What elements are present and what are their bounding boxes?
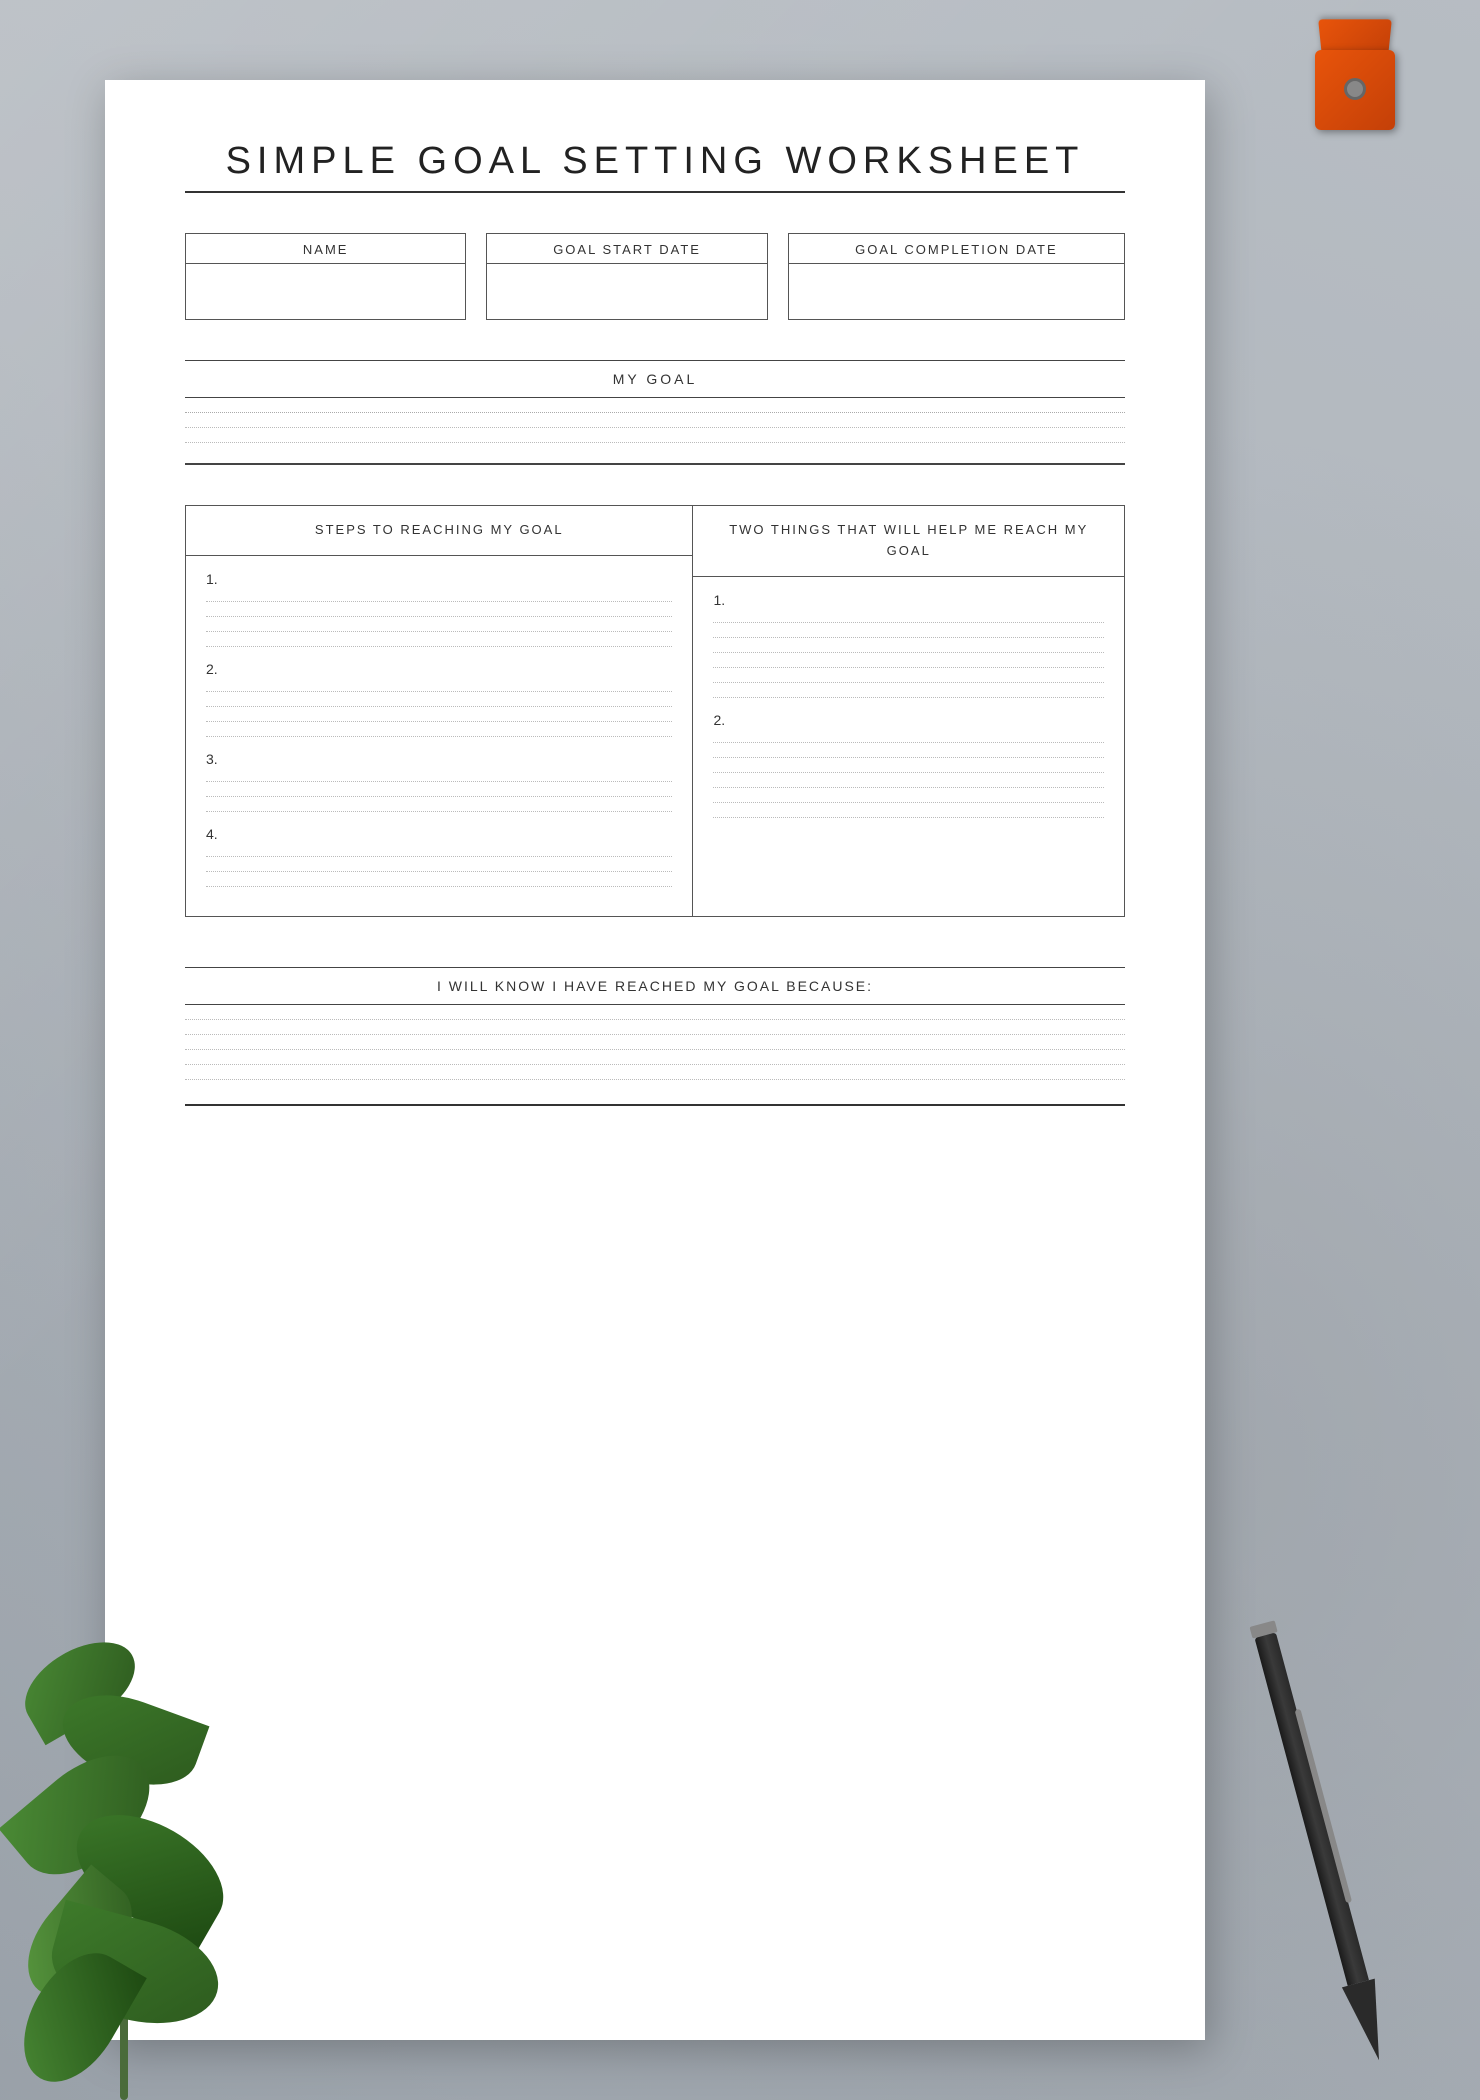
step-1-line-2 xyxy=(206,616,672,617)
two-things-header: TWO THINGS THAT WILL HELP ME REACH MY GO… xyxy=(693,506,1124,577)
two-column-section: STEPS TO REACHING MY GOAL 1. 2. xyxy=(185,505,1125,917)
steps-column: STEPS TO REACHING MY GOAL 1. 2. xyxy=(186,506,693,916)
thing-2-line-6 xyxy=(713,817,1104,818)
completion-date-input-area[interactable] xyxy=(789,264,1124,319)
step-3-number: 3. xyxy=(206,751,672,767)
thing-1: 1. xyxy=(713,592,1104,698)
step-2-line-4 xyxy=(206,736,672,737)
goal-section-bottom xyxy=(185,463,1125,465)
thing-2-line-2 xyxy=(713,757,1104,758)
step-1: 1. xyxy=(206,571,672,647)
thing-2-line-5 xyxy=(713,802,1104,803)
step-3-line-1 xyxy=(206,781,672,782)
step-1-number: 1. xyxy=(206,571,672,587)
two-things-column: TWO THINGS THAT WILL HELP ME REACH MY GO… xyxy=(693,506,1124,916)
step-2-number: 2. xyxy=(206,661,672,677)
plant-decoration xyxy=(0,1500,300,2100)
know-line-2 xyxy=(185,1034,1125,1035)
final-border xyxy=(185,1104,1125,1106)
step-1-line-4 xyxy=(206,646,672,647)
thing-2-number: 2. xyxy=(713,712,1104,728)
goal-line-1 xyxy=(185,412,1125,413)
my-goal-header: MY GOAL xyxy=(185,360,1125,398)
know-line-3 xyxy=(185,1049,1125,1050)
thing-1-line-1 xyxy=(713,622,1104,623)
step-2-line-3 xyxy=(206,721,672,722)
know-line-1 xyxy=(185,1019,1125,1020)
step-2-line-2 xyxy=(206,706,672,707)
step-1-line-3 xyxy=(206,631,672,632)
step-2-line-1 xyxy=(206,691,672,692)
fields-row: NAME GOAL START DATE GOAL COMPLETION DAT… xyxy=(185,233,1125,320)
thing-2-line-4 xyxy=(713,787,1104,788)
thing-1-line-3 xyxy=(713,652,1104,653)
thing-1-line-2 xyxy=(713,637,1104,638)
thing-1-line-4 xyxy=(713,667,1104,668)
step-1-line-1 xyxy=(206,601,672,602)
step-2: 2. xyxy=(206,661,672,737)
thing-1-line-6 xyxy=(713,697,1104,698)
step-4: 4. xyxy=(206,826,672,887)
worksheet-title: SIMPLE GOAL SETTING WORKSHEET xyxy=(185,140,1125,183)
thing-2: 2. xyxy=(713,712,1104,818)
steps-header: STEPS TO REACHING MY GOAL xyxy=(186,506,692,556)
start-date-field-box: GOAL START DATE xyxy=(486,233,767,320)
step-3: 3. xyxy=(206,751,672,812)
step-4-line-3 xyxy=(206,886,672,887)
two-things-body: 1. 2. xyxy=(693,577,1124,847)
know-section-header: I WILL KNOW I HAVE REACHED MY GOAL BECAU… xyxy=(185,967,1125,1005)
step-4-number: 4. xyxy=(206,826,672,842)
thing-1-line-5 xyxy=(713,682,1104,683)
know-line-5 xyxy=(185,1079,1125,1080)
start-date-label: GOAL START DATE xyxy=(487,234,766,264)
step-4-line-1 xyxy=(206,856,672,857)
know-line-4 xyxy=(185,1064,1125,1065)
completion-date-field-box: GOAL COMPLETION DATE xyxy=(788,233,1125,320)
goal-line-3 xyxy=(185,442,1125,443)
thing-1-number: 1. xyxy=(713,592,1104,608)
step-3-line-2 xyxy=(206,796,672,797)
thing-2-line-3 xyxy=(713,772,1104,773)
step-3-line-3 xyxy=(206,811,672,812)
title-divider xyxy=(185,191,1125,193)
pencil-sharpener-decoration xyxy=(1310,20,1400,130)
thing-2-line-1 xyxy=(713,742,1104,743)
completion-date-label: GOAL COMPLETION DATE xyxy=(789,234,1124,264)
steps-body: 1. 2. 3. xyxy=(186,556,692,916)
step-4-line-2 xyxy=(206,871,672,872)
name-field-box: NAME xyxy=(185,233,466,320)
goal-line-2 xyxy=(185,427,1125,428)
know-section-lines xyxy=(185,1019,1125,1080)
name-label: NAME xyxy=(186,234,465,264)
start-date-input-area[interactable] xyxy=(487,264,766,319)
name-input-area[interactable] xyxy=(186,264,465,319)
